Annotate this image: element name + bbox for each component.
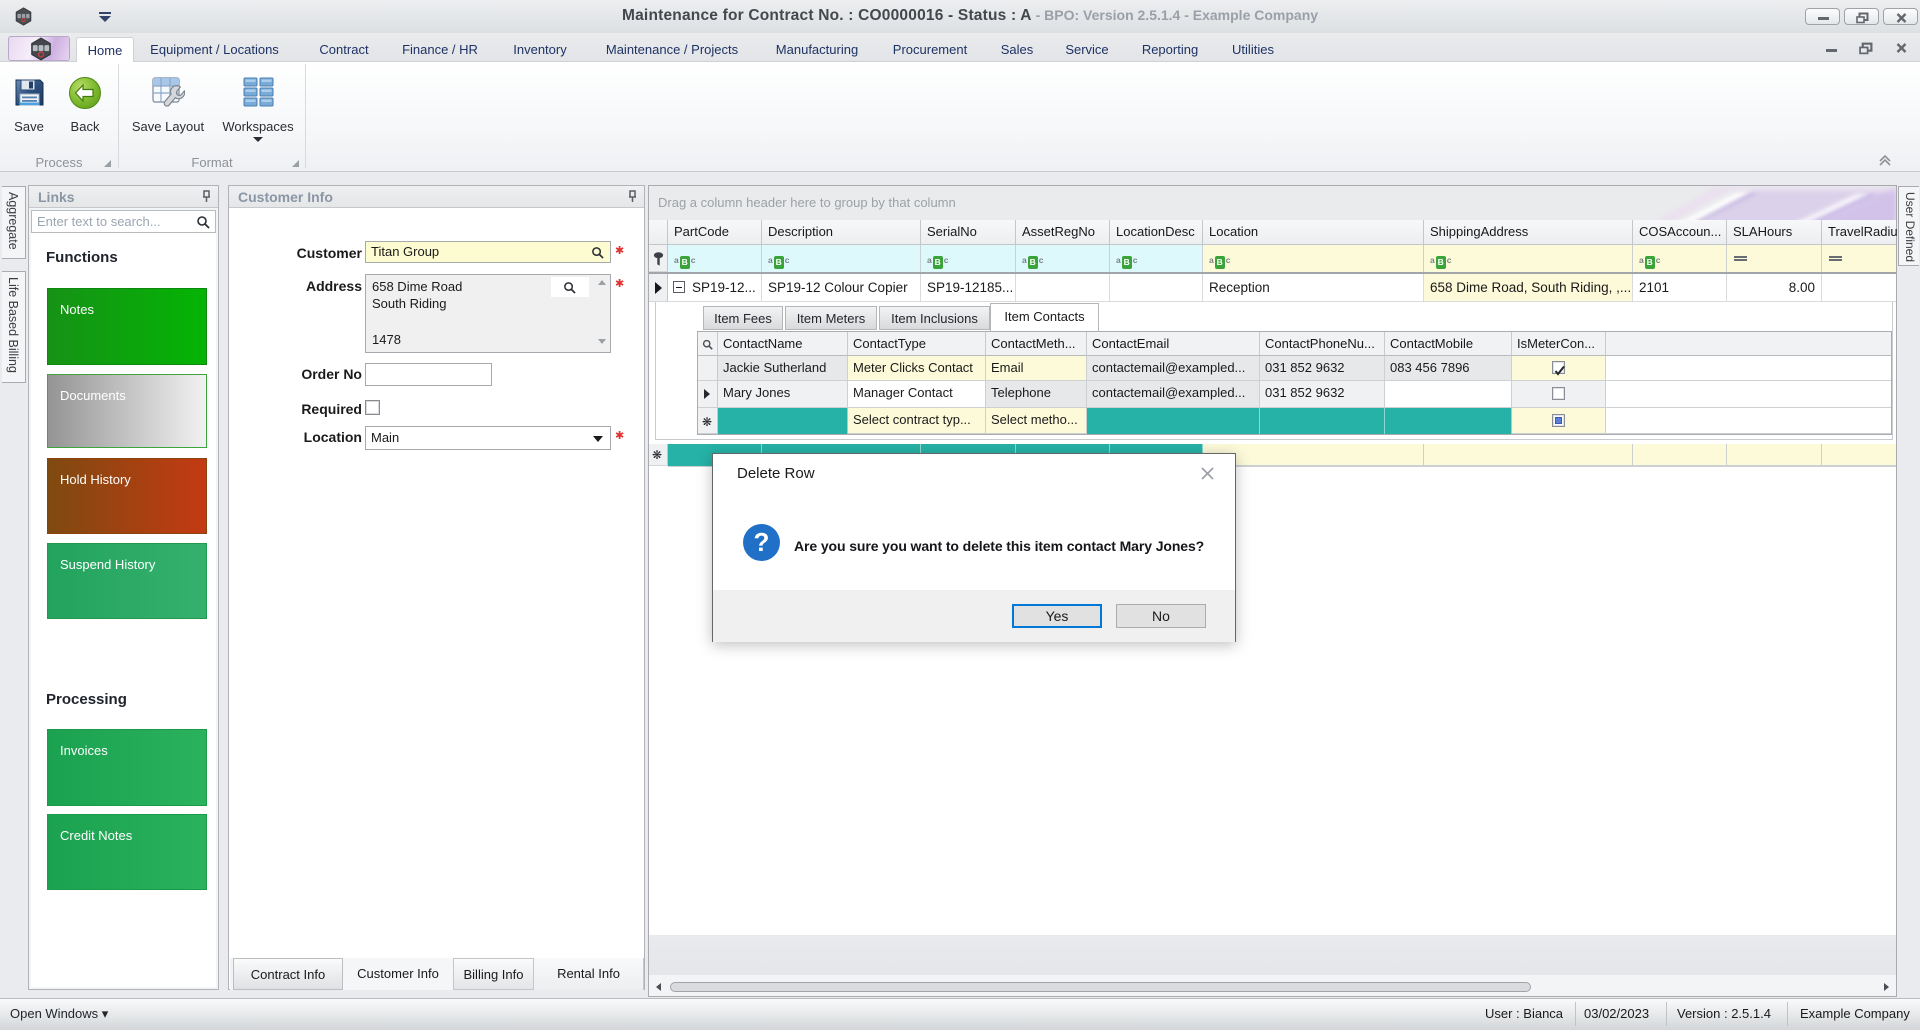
svg-text:?: ? — [754, 527, 770, 557]
